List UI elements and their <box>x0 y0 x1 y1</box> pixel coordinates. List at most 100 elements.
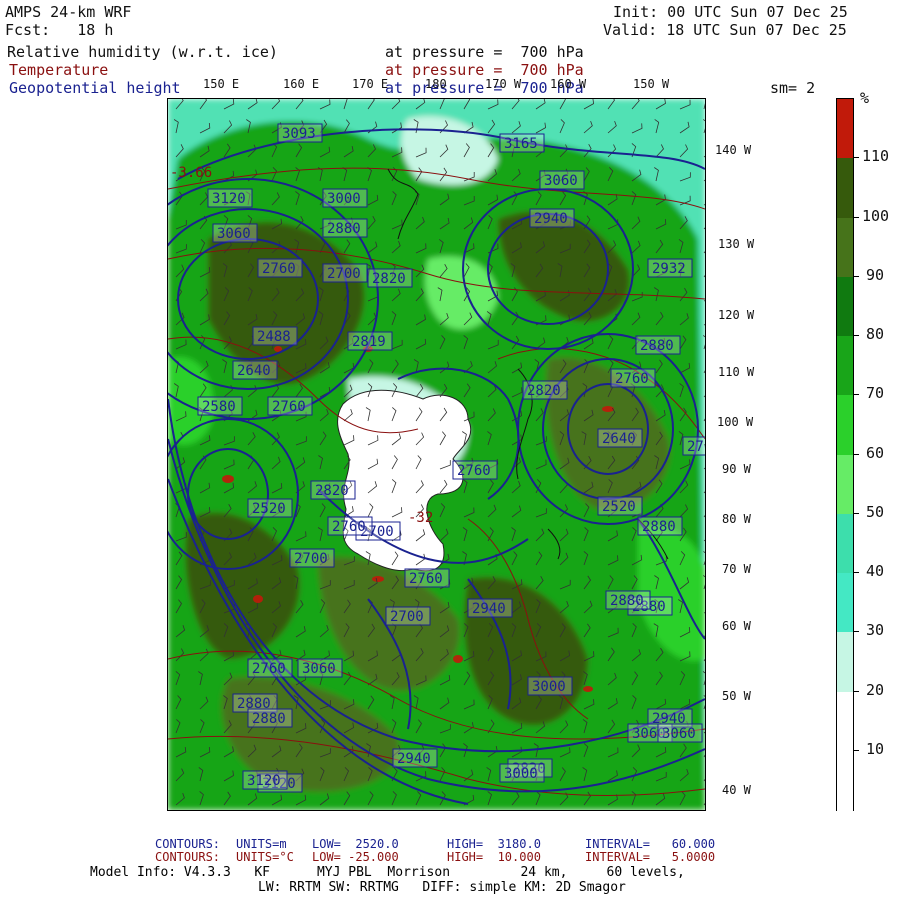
field-height-label: Geopotential height <box>9 79 181 97</box>
height-contour-label: 2488 <box>257 329 291 345</box>
rh-max-spot <box>583 686 593 692</box>
colorbar-level-label: 40 <box>866 562 885 580</box>
height-contour-label: 3060 <box>662 726 696 742</box>
model-title: AMPS 24-km WRF <box>5 3 132 21</box>
height-contour-label: 2760 <box>687 439 705 455</box>
temp-high: HIGH= 10.000 <box>447 850 541 864</box>
height-contour-label: 3000 <box>504 766 538 782</box>
height-contour-label: 2760 <box>332 519 366 535</box>
colorbar-tick <box>853 453 859 455</box>
colorbar-segment <box>837 158 853 218</box>
height-contour-label: 3165 <box>504 136 538 152</box>
init-time: Init: 00 UTC Sun 07 Dec 25 <box>613 3 848 21</box>
height-contour-label: 2700 <box>327 266 361 282</box>
colorbar-tick <box>853 335 859 336</box>
lat-label-right: 80 W <box>722 512 751 526</box>
height-contour-label: 2880 <box>640 338 674 354</box>
model-physics: LW: RRTM SW: RRTMG DIFF: simple KM: 2D S… <box>258 880 626 895</box>
height-contour-label: 2760 <box>272 399 306 415</box>
colorbar-segment <box>837 691 853 752</box>
lon-label-top: 160 W <box>550 77 587 91</box>
temp-units: UNITS=°C <box>236 850 294 864</box>
lat-label-right: 120 W <box>718 308 755 322</box>
colorbar-level-label: 110 <box>862 147 890 166</box>
height-contour-label: 2820 <box>527 383 561 399</box>
colorbar-level-label: 90 <box>866 265 885 284</box>
height-contour-label: 2880 <box>642 519 676 535</box>
lon-label-top: 170 W <box>485 77 522 91</box>
rh-max-spot <box>372 576 384 582</box>
height-contour-label: 3060 <box>302 661 336 677</box>
height-contour-label: 2580 <box>202 399 236 415</box>
colorbar-unit: % <box>860 89 870 107</box>
lat-label-right: 130 W <box>718 237 755 251</box>
lon-label-top: 160 E <box>283 77 320 91</box>
valid-time: Valid: 18 UTC Sun 07 Dec 25 <box>603 21 847 39</box>
height-contour-label: 2880 <box>327 221 361 237</box>
height-contour-label: 2640 <box>237 363 271 379</box>
height-contour-label: 2760 <box>615 371 649 387</box>
lon-label-top: 150 W <box>633 77 670 91</box>
colorbar-level-label: 100 <box>862 206 890 225</box>
field-rh-label: Relative humidity (w.r.t. ice) <box>7 43 278 61</box>
colorbar-tick <box>853 157 859 159</box>
colorbar-tick <box>853 512 859 514</box>
height-contour-label: 2700 <box>294 551 328 567</box>
temp-contour-label: -32 <box>408 510 433 526</box>
colorbar-segment <box>837 395 853 455</box>
colorbar-tick <box>853 690 859 692</box>
height-contour-label: 2520 <box>602 499 636 515</box>
height-contour-label: 3000 <box>532 679 566 695</box>
colorbar-tick <box>853 749 859 751</box>
height-contour-label: 2760 <box>262 261 296 277</box>
colorbar-level-label: 20 <box>866 680 885 699</box>
colorbar-segment <box>837 99 853 159</box>
height-contour-label: 2932 <box>652 261 686 277</box>
colorbar-segment <box>837 513 853 574</box>
colorbar-segment <box>837 632 853 692</box>
height-contour-label: 2760 <box>409 571 443 587</box>
colorbar-tick <box>853 216 859 218</box>
colorbar-level-label: 60 <box>866 443 885 462</box>
height-contour-label: 3000 <box>327 191 361 207</box>
colorbar-level-label: 30 <box>866 621 885 640</box>
colorbar-level-label: 50 <box>866 502 885 521</box>
lon-label-top: 150 E <box>203 77 240 91</box>
height-contour-label: 2940 <box>534 211 568 227</box>
height-contour-label: 2940 <box>472 601 506 617</box>
lat-label-right: 60 W <box>722 619 751 633</box>
temp-contour-label: -3.66 <box>170 165 212 181</box>
lat-label-right: 100 W <box>717 415 754 429</box>
colorbar-segment <box>837 573 853 633</box>
lat-label-right: 50 W <box>722 689 751 703</box>
colorbar-tick <box>853 572 859 573</box>
height-contour-label: 3060 <box>217 226 251 242</box>
rh-max-spot <box>222 475 234 483</box>
lon-label-top: 180 <box>425 77 447 91</box>
height-contour-label: 2760 <box>457 463 491 479</box>
lat-label-right: 90 W <box>722 462 751 476</box>
colorbar-level-label: 10 <box>866 739 885 758</box>
colorbar <box>836 98 854 811</box>
contours-label-temp: CONTOURS: <box>155 850 221 864</box>
colorbar-tick <box>853 275 859 277</box>
height-contour-label: 3120 <box>212 191 246 207</box>
colorbar-tick <box>853 631 859 633</box>
height-contour-label: 2880 <box>252 711 286 727</box>
lon-label-top: 170 E <box>352 77 389 91</box>
rh-max-spot <box>253 595 263 603</box>
height-contour-label: 2880 <box>610 593 644 609</box>
rh-max-spot <box>453 655 463 663</box>
temp-interval: INTERVAL= 5.0000 <box>585 850 716 864</box>
height-contour-label: 2820 <box>315 483 349 499</box>
map-panel[interactable]: 3093 3165 3060 3000 3120 2940 3060 2880 2700 2760… <box>167 98 706 811</box>
colorbar-segment <box>837 217 853 278</box>
height-contour-label: 2640 <box>602 431 636 447</box>
colorbar-level-label: 70 <box>866 384 885 403</box>
colorbar-segment <box>837 454 853 515</box>
height-contour-label: 2520 <box>252 501 286 517</box>
lat-label-right: 40 W <box>722 783 751 797</box>
colorbar-level-label: 80 <box>866 325 885 343</box>
smoothing-label: sm= 2 <box>770 79 816 97</box>
field-rh-level: at pressure = 700 hPa <box>385 43 584 61</box>
